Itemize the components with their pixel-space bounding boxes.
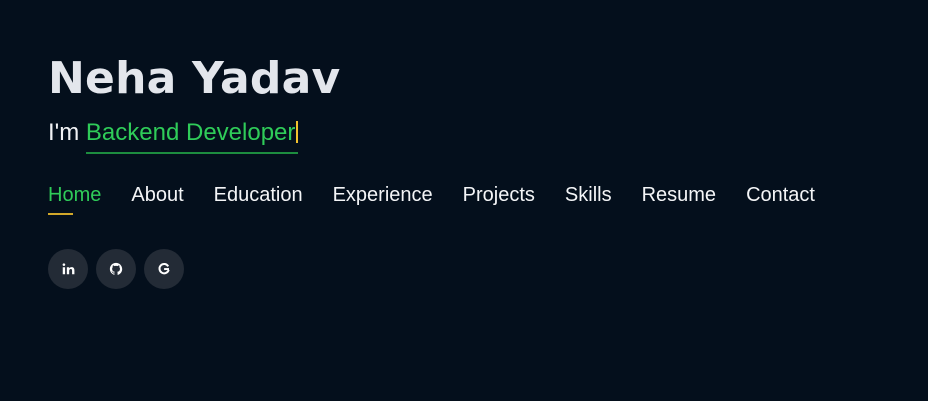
hero-section: Neha Yadav I'm Backend Developer Home Ab…: [48, 52, 908, 289]
typed-role: Backend Developer: [85, 118, 299, 154]
nav-item-experience[interactable]: Experience: [333, 183, 433, 207]
linkedin-button[interactable]: [48, 249, 88, 289]
nav-item-education[interactable]: Education: [214, 183, 303, 207]
github-button[interactable]: [96, 249, 136, 289]
nav-item-contact[interactable]: Contact: [746, 183, 815, 207]
nav-item-resume[interactable]: Resume: [642, 183, 716, 207]
nav-item-about[interactable]: About: [131, 183, 183, 207]
main-nav: Home About Education Experience Projects…: [48, 183, 908, 215]
nav-item-projects[interactable]: Projects: [463, 183, 535, 207]
hero-name: Neha Yadav: [48, 53, 341, 104]
typing-cursor: [296, 121, 299, 143]
google-icon: [157, 262, 171, 276]
linkedin-icon: [61, 262, 75, 276]
nav-item-skills[interactable]: Skills: [565, 183, 612, 207]
hero-intro: I'm: [48, 119, 86, 146]
social-links: [48, 249, 908, 289]
nav-item-home[interactable]: Home: [48, 183, 101, 215]
github-icon: [109, 262, 123, 276]
google-button[interactable]: [144, 249, 184, 289]
hero-tagline: I'm Backend Developer: [48, 118, 908, 154]
hero-role: Backend Developer: [85, 119, 296, 146]
